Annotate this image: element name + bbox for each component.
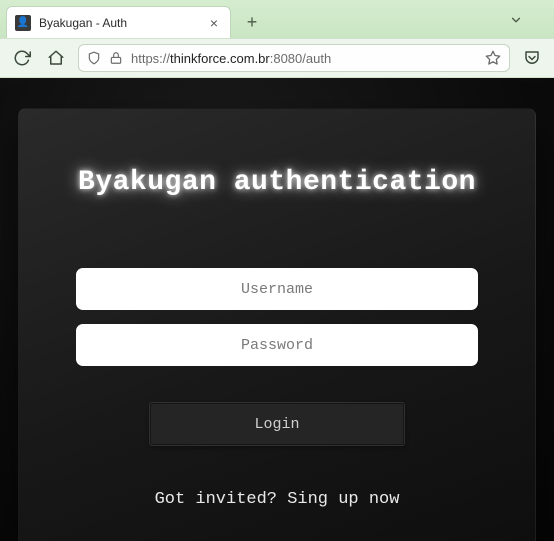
reload-button[interactable] <box>10 46 34 70</box>
username-input[interactable] <box>76 268 477 310</box>
browser-tab[interactable]: 👤 Byakugan - Auth × <box>6 6 231 38</box>
login-button[interactable]: Login <box>149 402 404 446</box>
url-bar[interactable]: https://thinkforce.com.br:8080/auth <box>78 44 510 72</box>
browser-toolbar: https://thinkforce.com.br:8080/auth <box>0 38 554 78</box>
browser-chrome: 👤 Byakugan - Auth × + https://thinkforce… <box>0 0 554 78</box>
home-button[interactable] <box>44 46 68 70</box>
tabs-dropdown-icon[interactable] <box>504 8 528 32</box>
favicon-icon: 👤 <box>15 15 31 31</box>
auth-card: Byakugan authentication Login Got invite… <box>18 108 536 541</box>
lock-icon <box>109 51 123 65</box>
page-viewport: Byakugan authentication Login Got invite… <box>0 78 554 541</box>
pocket-icon[interactable] <box>520 46 544 70</box>
url-host: thinkforce.com.br <box>170 51 270 66</box>
url-text: https://thinkforce.com.br:8080/auth <box>131 51 477 66</box>
shield-icon <box>87 51 101 65</box>
tab-title: Byakugan - Auth <box>39 16 198 30</box>
page-title: Byakugan authentication <box>49 167 505 198</box>
password-input[interactable] <box>76 324 477 366</box>
url-scheme: https:// <box>131 51 170 66</box>
bookmark-icon[interactable] <box>485 50 501 66</box>
tab-strip: 👤 Byakugan - Auth × + <box>0 0 554 38</box>
url-rest: :8080/auth <box>270 51 331 66</box>
new-tab-button[interactable]: + <box>239 9 265 35</box>
close-icon[interactable]: × <box>206 15 222 31</box>
signup-link[interactable]: Got invited? Sing up now <box>49 490 505 509</box>
